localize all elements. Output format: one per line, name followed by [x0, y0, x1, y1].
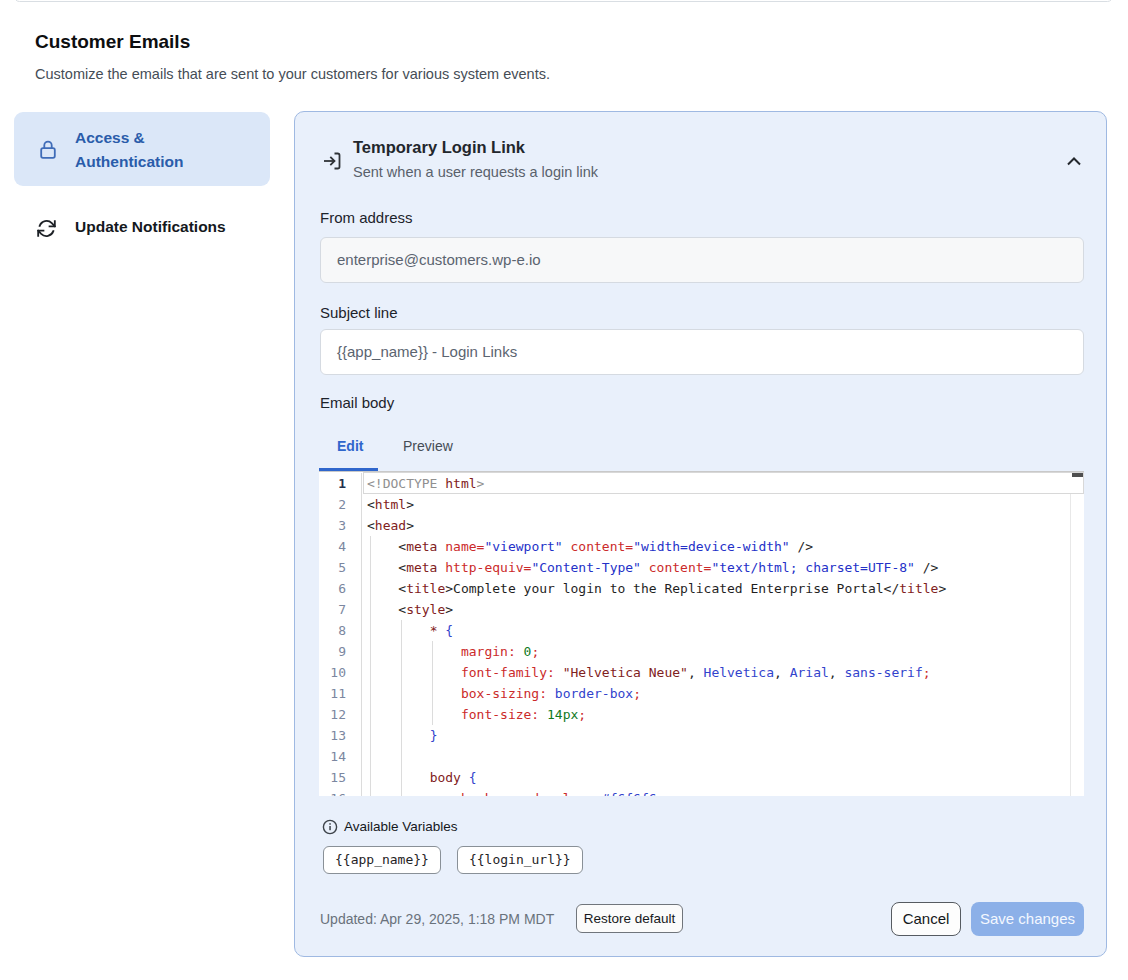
code-line: font-family: "Helvetica Neue", Helvetica… [367, 662, 946, 683]
scrollbar-track [1070, 494, 1071, 796]
section-subtitle: Sent when a user requests a login link [353, 164, 598, 180]
code-lines: <!DOCTYPE html><html><head> <meta name="… [367, 473, 946, 796]
code-line: font-size: 14px; [367, 704, 946, 725]
code-line: <style> [367, 599, 946, 620]
subject-line-input[interactable]: {{app_name}} - Login Links [320, 329, 1084, 375]
code-line: margin: 0; [367, 641, 946, 662]
line-number-gutter: 12345678910111213141516 [319, 473, 362, 796]
log-in-icon [322, 151, 342, 175]
line-number: 3 [319, 515, 346, 536]
indent-guide [432, 641, 433, 725]
save-changes-button[interactable]: Save changes [971, 902, 1084, 936]
variable-chip[interactable]: {{app_name}} [323, 846, 441, 874]
page-title: Customer Emails [35, 31, 190, 53]
variable-chips: {{app_name}} {{login_url}} [323, 846, 583, 874]
from-address-label: From address [320, 209, 413, 226]
line-number: 7 [319, 599, 346, 620]
line-number: 5 [319, 557, 346, 578]
line-number: 14 [319, 746, 346, 767]
section-title: Temporary Login Link [353, 138, 525, 157]
refresh-icon [36, 218, 57, 243]
sidebar-item-label: Update Notifications [75, 218, 226, 236]
chevron-up-icon[interactable] [1065, 153, 1083, 171]
sidebar-item-update-notifications[interactable]: Update Notifications [14, 207, 270, 251]
code-line: <head> [367, 515, 946, 536]
lock-icon [38, 139, 58, 165]
restore-default-button[interactable]: Restore default [576, 904, 683, 933]
tab-preview[interactable]: Preview [403, 438, 453, 454]
code-line: background-color: #f6f6f6; [367, 788, 946, 796]
code-line: <html> [367, 494, 946, 515]
updated-timestamp: Updated: Apr 29, 2025, 1:18 PM MDT [320, 911, 554, 927]
sidebar-item-label: Access & Authentication [75, 126, 215, 174]
code-line: box-sizing: border-box; [367, 683, 946, 704]
page-subtitle: Customize the emails that are sent to yo… [35, 66, 550, 82]
top-divider [14, 0, 1113, 2]
code-line: <title>Complete your login to the Replic… [367, 578, 946, 599]
line-number: 13 [319, 725, 346, 746]
line-number: 2 [319, 494, 346, 515]
subject-line-label: Subject line [320, 304, 398, 321]
indent-guide [401, 620, 402, 796]
variable-chip[interactable]: {{login_url}} [457, 846, 583, 874]
scrollbar-thumb[interactable] [1072, 473, 1083, 477]
available-variables-label: Available Variables [344, 819, 458, 834]
email-body-label: Email body [320, 394, 394, 411]
code-line: <meta http-equiv="Content-Type" content=… [367, 557, 946, 578]
code-line: body { [367, 767, 946, 788]
code-line [367, 746, 946, 767]
code-line: } [367, 725, 946, 746]
line-number: 16 [319, 788, 346, 796]
line-number: 1 [319, 473, 346, 494]
code-editor[interactable]: 12345678910111213141516 <!DOCTYPE html><… [319, 471, 1084, 796]
info-icon [322, 819, 338, 839]
email-settings-card: Temporary Login Link Sent when a user re… [294, 111, 1107, 957]
cancel-button[interactable]: Cancel [891, 902, 961, 936]
code-line: <meta name="viewport" content="width=dev… [367, 536, 946, 557]
active-line-highlight [363, 472, 1084, 494]
line-number: 12 [319, 704, 346, 725]
line-number: 11 [319, 683, 346, 704]
line-number: 15 [319, 767, 346, 788]
sidebar-item-access-authentication[interactable]: Access & Authentication [14, 112, 270, 186]
page: Customer Emails Customize the emails tha… [0, 0, 1128, 980]
line-number: 10 [319, 662, 346, 683]
line-number: 9 [319, 641, 346, 662]
line-number: 4 [319, 536, 346, 557]
from-address-input[interactable]: enterprise@customers.wp-e.io [320, 237, 1084, 283]
code-line: * { [367, 620, 946, 641]
line-number: 6 [319, 578, 346, 599]
tab-edit[interactable]: Edit [337, 438, 363, 454]
line-number: 8 [319, 620, 346, 641]
indent-guide [370, 536, 371, 796]
